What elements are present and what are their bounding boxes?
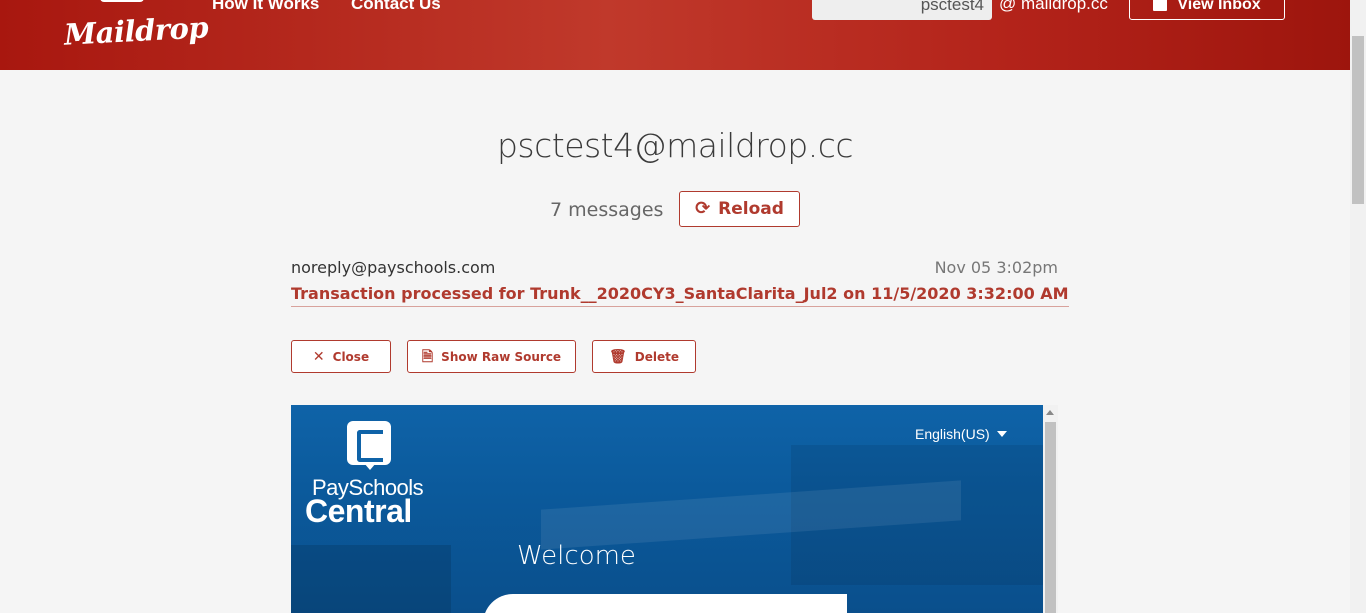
email-frame-scrollbar-thumb[interactable] bbox=[1045, 422, 1056, 613]
background-photo-shape bbox=[291, 545, 451, 613]
caret-down-icon[interactable] bbox=[997, 431, 1007, 437]
close-button[interactable]: ✕ Close bbox=[291, 340, 391, 373]
view-inbox-button[interactable]: View Inbox bbox=[1129, 0, 1285, 20]
close-label: Close bbox=[332, 349, 370, 364]
inbox-address: psctest4@maildrop.cc bbox=[496, 126, 854, 165]
message-date: Nov 05 3:02pm bbox=[934, 258, 1058, 277]
login-card bbox=[483, 594, 847, 613]
view-inbox-label: View Inbox bbox=[1177, 0, 1261, 13]
message-count: 7 messages bbox=[550, 199, 664, 221]
nav-how-it-works[interactable]: How It Works bbox=[212, 0, 319, 14]
scroll-up-arrow-icon[interactable] bbox=[1046, 410, 1054, 415]
message-subject-link[interactable]: Transaction processed for Trunk__2020CY3… bbox=[291, 284, 1069, 307]
email-frame-scrollbar[interactable] bbox=[1043, 405, 1058, 613]
payschools-central-label: Central bbox=[305, 493, 412, 529]
document-icon: 🗎 bbox=[421, 348, 434, 365]
inbox-name-input[interactable] bbox=[812, 0, 992, 20]
language-selector[interactable]: English(US) bbox=[915, 426, 990, 442]
welcome-heading: Welcome bbox=[517, 541, 636, 571]
delete-label: Delete bbox=[634, 349, 679, 364]
top-header: Maildrop How It Works Contact Us @ maild… bbox=[0, 0, 1350, 70]
maildrop-logo[interactable]: Maildrop bbox=[63, 10, 209, 51]
refresh-icon: ⟳ bbox=[695, 198, 711, 219]
logo-envelope-icon bbox=[100, 0, 144, 2]
message-sender: noreply@payschools.com bbox=[291, 258, 496, 277]
page-scrollbar[interactable] bbox=[1350, 0, 1366, 613]
show-raw-source-button[interactable]: 🗎 Show Raw Source bbox=[407, 340, 576, 373]
x-icon: ✕ bbox=[312, 348, 325, 365]
reload-label: Reload bbox=[718, 199, 784, 219]
nav-contact-us[interactable]: Contact Us bbox=[351, 0, 441, 14]
payschools-logo-icon bbox=[347, 421, 391, 470]
delete-button[interactable]: 🗑 Delete bbox=[592, 340, 696, 373]
reload-button[interactable]: ⟳ Reload bbox=[679, 191, 800, 227]
domain-suffix: @ maildrop.cc bbox=[999, 0, 1108, 13]
page-scrollbar-thumb[interactable] bbox=[1352, 36, 1364, 204]
email-preview-frame[interactable]: PaySchools Central English(US) Welcome bbox=[291, 405, 1043, 613]
trash-icon: 🗑 bbox=[608, 348, 627, 365]
inbox-tray-icon bbox=[1153, 0, 1168, 11]
raw-label: Show Raw Source bbox=[441, 349, 562, 364]
